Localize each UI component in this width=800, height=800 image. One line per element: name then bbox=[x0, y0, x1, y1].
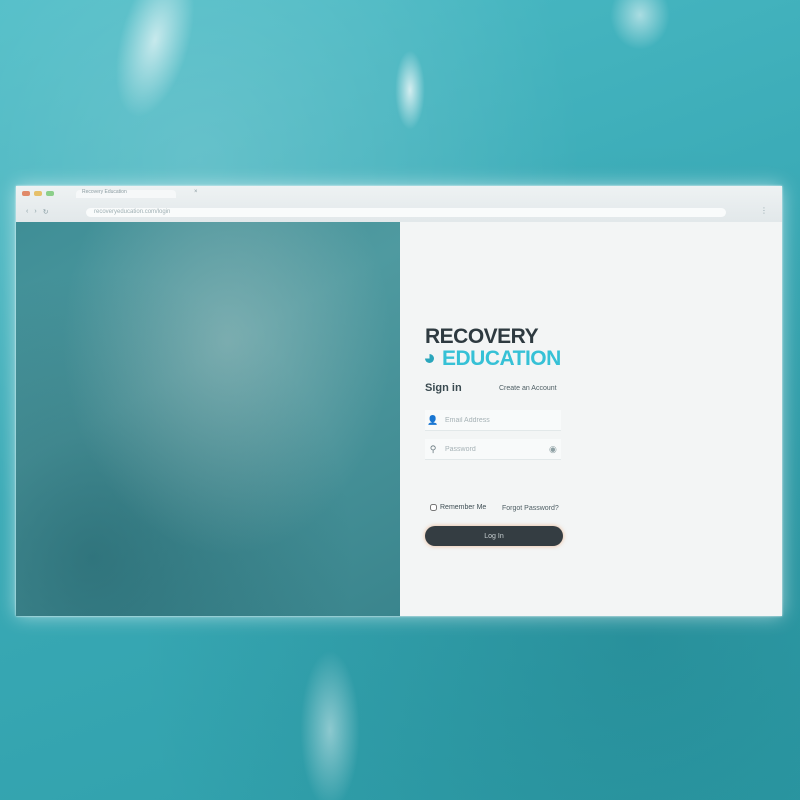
navigation-controls: ‹ › ↻ bbox=[26, 208, 49, 216]
brand-logo: RECOVERY EDUCATION bbox=[425, 326, 561, 369]
address-bar[interactable] bbox=[86, 208, 726, 217]
background-scene: Recovery Education × ‹ › ↻ recoveryeduca… bbox=[0, 0, 800, 800]
email-field: 👤 bbox=[425, 410, 561, 431]
back-arrow-icon[interactable]: ‹ bbox=[26, 208, 28, 216]
remember-me[interactable]: Remember Me bbox=[430, 504, 486, 511]
create-account-link[interactable]: Create an Account bbox=[499, 385, 557, 392]
browser-window: Recovery Education × ‹ › ↻ recoveryeduca… bbox=[16, 186, 782, 616]
remember-me-checkbox[interactable] bbox=[430, 504, 437, 511]
logo-word-education-row: EDUCATION bbox=[425, 348, 561, 369]
logo-word-education: EDUCATION bbox=[442, 347, 561, 370]
browser-toolbar: Recovery Education × ‹ › ↻ recoveryeduca… bbox=[16, 186, 782, 223]
light-ripple bbox=[300, 650, 360, 800]
hero-image bbox=[16, 222, 400, 616]
maximize-window-dot-icon[interactable] bbox=[46, 191, 54, 196]
log-in-button[interactable]: Log In bbox=[425, 526, 563, 546]
sign-in-heading: Sign in bbox=[425, 382, 462, 394]
light-ripple bbox=[100, 0, 210, 127]
light-ripple bbox=[395, 50, 425, 130]
light-ripple bbox=[610, 0, 670, 50]
address-bar-url: recoveryeducation.com/login bbox=[94, 209, 171, 215]
remember-me-label: Remember Me bbox=[440, 504, 487, 511]
password-input[interactable] bbox=[441, 445, 549, 453]
forward-arrow-icon[interactable]: › bbox=[34, 208, 36, 216]
user-icon: 👤 bbox=[427, 414, 439, 425]
browser-menu-icon[interactable]: ⋮ bbox=[760, 206, 768, 215]
tab-close-icon[interactable]: × bbox=[194, 189, 198, 195]
password-field: ⚲ ◉ bbox=[425, 439, 561, 460]
window-controls bbox=[22, 191, 54, 196]
email-input[interactable] bbox=[441, 416, 549, 424]
minimize-window-dot-icon[interactable] bbox=[34, 191, 42, 196]
forgot-password-link[interactable]: Forgot Password? bbox=[502, 505, 559, 512]
close-window-dot-icon[interactable] bbox=[22, 191, 30, 196]
key-icon: ⚲ bbox=[429, 443, 437, 454]
logo-word-recovery: RECOVERY bbox=[425, 325, 539, 348]
reload-icon[interactable]: ↻ bbox=[43, 208, 49, 216]
logo-mark-icon bbox=[425, 354, 434, 363]
tab-title: Recovery Education bbox=[82, 189, 127, 195]
eye-icon[interactable]: ◉ bbox=[549, 444, 557, 455]
login-panel: RECOVERY EDUCATION Sign in Create an Acc… bbox=[400, 222, 782, 616]
